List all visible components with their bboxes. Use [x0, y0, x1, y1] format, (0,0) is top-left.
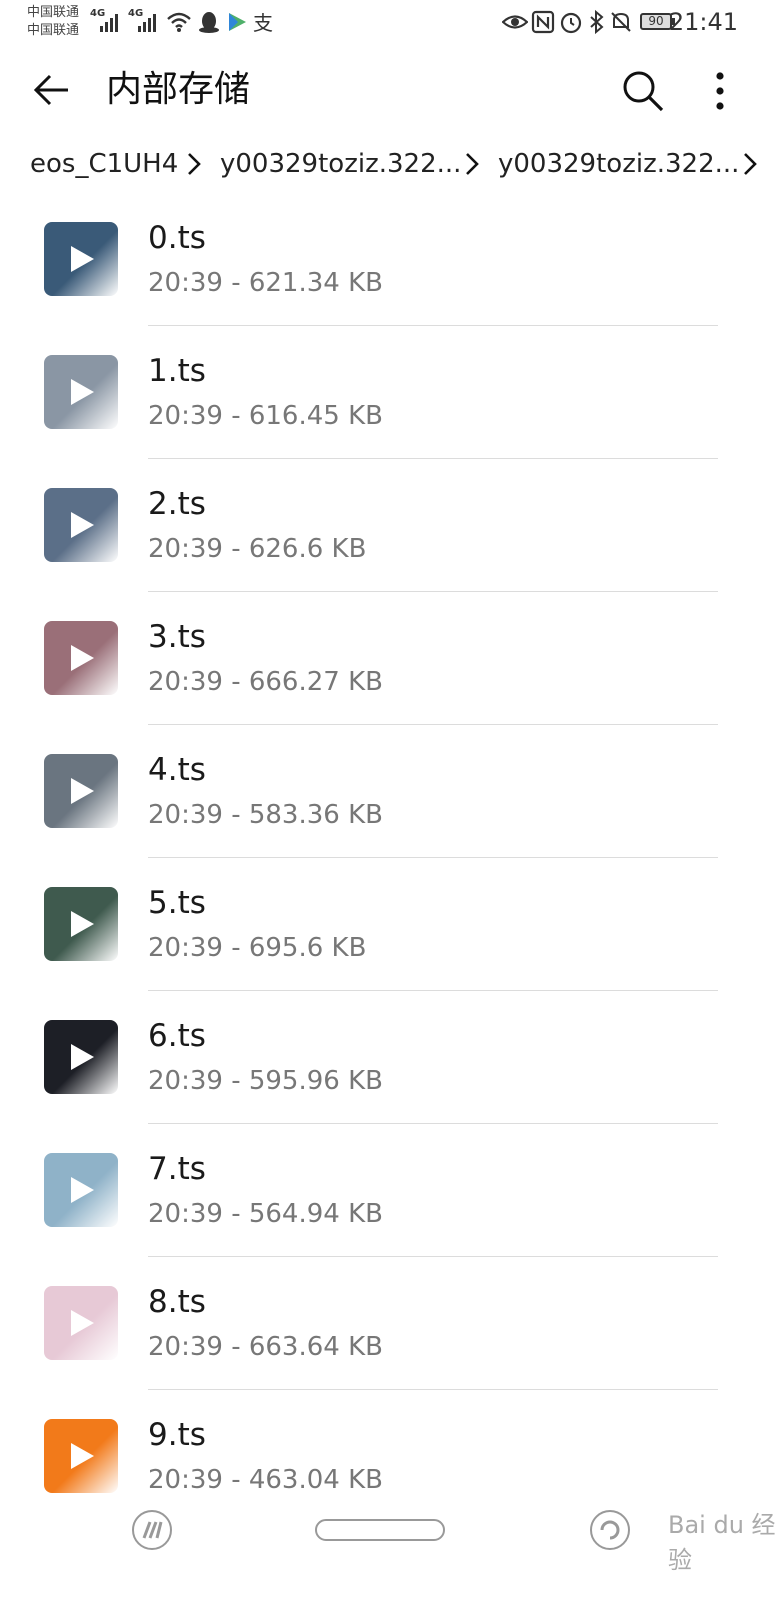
file-row[interactable]: 2.ts 20:39 - 626.6 KB [0, 459, 778, 592]
file-name: 0.ts [148, 220, 206, 256]
chevron-right-icon [744, 153, 757, 175]
breadcrumb-item[interactable]: eos_C1UH4 [30, 146, 178, 182]
file-row[interactable]: 0.ts 20:39 - 621.34 KB [0, 193, 778, 326]
wifi-icon [167, 12, 191, 32]
file-meta: 20:39 - 463.04 KB [148, 1465, 383, 1493]
carrier-1-label: 中国联通 [27, 5, 80, 20]
video-thumbnail [44, 754, 118, 828]
file-row[interactable]: 7.ts 20:39 - 564.94 KB [0, 1124, 778, 1257]
chevron-right-icon [188, 153, 201, 175]
play-icon [71, 1044, 94, 1070]
file-row[interactable]: 5.ts 20:39 - 695.6 KB [0, 858, 778, 991]
qq-icon [199, 12, 219, 33]
file-row[interactable]: 1.ts 20:39 - 616.45 KB [0, 326, 778, 459]
file-row[interactable]: 6.ts 20:39 - 595.96 KB [0, 991, 778, 1124]
network-1-label: 4G [90, 8, 106, 19]
mute-icon [611, 12, 631, 32]
video-thumbnail [44, 1020, 118, 1094]
file-manager-screen: 中国联通 中国联通 4G 4G 支 90 21:41 内部存储 eos_C1UH… [0, 0, 778, 1600]
file-name: 8.ts [148, 1284, 206, 1320]
home-gesture-pill[interactable] [315, 1519, 445, 1541]
play-icon [71, 645, 94, 671]
play-icon [71, 379, 94, 405]
video-thumbnail [44, 621, 118, 695]
play-icon [71, 778, 94, 804]
video-thumbnail [44, 488, 118, 562]
file-name: 9.ts [148, 1417, 206, 1453]
signal-icon: 4G [90, 8, 120, 32]
carrier-info: 中国联通 中国联通 [27, 4, 79, 40]
alipay-icon: 支 [253, 11, 273, 35]
file-row[interactable]: 4.ts 20:39 - 583.36 KB [0, 725, 778, 858]
file-list: 0.ts 20:39 - 621.34 KB 1.ts 20:39 - 616.… [0, 193, 778, 1493]
video-thumbnail [44, 222, 118, 296]
play-icon [71, 1443, 94, 1469]
back-arrow-icon[interactable] [26, 66, 74, 114]
video-app-icon [229, 13, 246, 31]
status-time: 21:41 [668, 8, 738, 36]
video-thumbnail [44, 887, 118, 961]
file-meta: 20:39 - 564.94 KB [148, 1199, 383, 1229]
breadcrumb-item[interactable]: y00329toziz.322... [220, 146, 461, 182]
network-2-label: 4G [128, 8, 144, 19]
play-icon [71, 512, 94, 538]
file-meta: 20:39 - 626.6 KB [148, 534, 367, 564]
breadcrumb: eos_C1UH4 y00329toziz.322... y00329toziz… [0, 140, 778, 190]
file-meta: 20:39 - 616.45 KB [148, 401, 383, 431]
svg-text:支: 支 [253, 11, 273, 35]
chevron-right-icon [466, 153, 479, 175]
app-bar: 内部存储 [0, 46, 778, 134]
file-row[interactable]: 3.ts 20:39 - 666.27 KB [0, 592, 778, 725]
breadcrumb-item[interactable]: y00329toziz.322... [498, 146, 739, 182]
play-icon [71, 1310, 94, 1336]
file-name: 7.ts [148, 1151, 206, 1187]
file-row[interactable]: 9.ts 20:39 - 463.04 KB [0, 1390, 778, 1493]
video-thumbnail [44, 1153, 118, 1227]
file-meta: 20:39 - 666.27 KB [148, 667, 383, 697]
play-icon [71, 1177, 94, 1203]
battery-icon: 90 [640, 13, 675, 30]
carrier-2-label: 中国联通 [27, 23, 80, 38]
page-title: 内部存储 [106, 69, 251, 110]
bottom-navigation: Bai du 经验 [0, 1493, 778, 1600]
file-name: 5.ts [148, 885, 206, 921]
video-thumbnail [44, 1286, 118, 1360]
file-meta: 20:39 - 583.36 KB [148, 800, 383, 830]
nfc-icon [531, 10, 555, 34]
play-icon [71, 911, 94, 937]
file-row[interactable]: 8.ts 20:39 - 663.64 KB [0, 1257, 778, 1390]
alarm-icon [560, 12, 582, 34]
file-name: 4.ts [148, 752, 206, 788]
file-name: 1.ts [148, 353, 206, 389]
file-name: 2.ts [148, 486, 206, 522]
search-icon[interactable] [618, 66, 668, 116]
more-vertical-icon[interactable] [700, 66, 740, 116]
file-meta: 20:39 - 695.6 KB [148, 933, 367, 963]
video-thumbnail [44, 355, 118, 429]
signal-icon: 4G [128, 8, 158, 32]
file-name: 3.ts [148, 619, 206, 655]
eye-icon [502, 15, 528, 29]
file-meta: 20:39 - 663.64 KB [148, 1332, 383, 1362]
play-icon [71, 246, 94, 272]
recent-apps-icon[interactable] [588, 1508, 632, 1552]
file-meta: 20:39 - 595.96 KB [148, 1066, 383, 1096]
status-bar: 中国联通 中国联通 4G 4G 支 90 21:41 [0, 0, 778, 46]
video-thumbnail [44, 1419, 118, 1493]
bluetooth-icon [590, 9, 604, 35]
file-name: 6.ts [148, 1018, 206, 1054]
file-meta: 20:39 - 621.34 KB [148, 268, 383, 298]
watermark: Bai du 经验 [668, 1511, 776, 1574]
floating-dock-icon[interactable] [130, 1508, 174, 1552]
